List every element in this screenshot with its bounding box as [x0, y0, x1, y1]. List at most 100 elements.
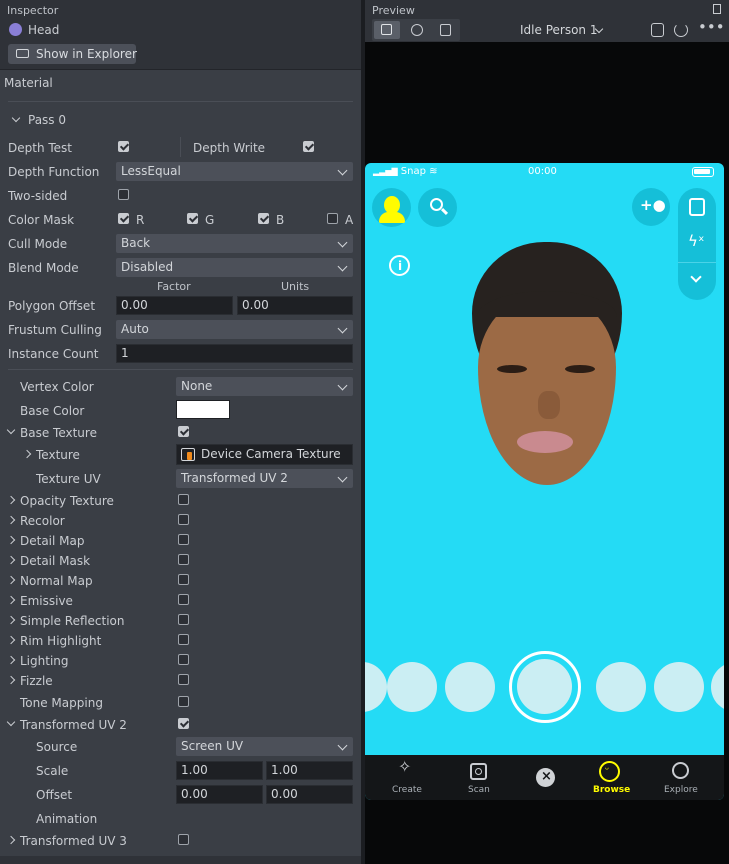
polygon-offset-units-input[interactable]: 0.00: [237, 296, 353, 315]
camera-texture-icon: [181, 448, 195, 461]
blend-mode-value: Disabled: [121, 260, 174, 274]
color-mask-r-checkbox[interactable]: [118, 213, 129, 224]
lens-item[interactable]: [654, 662, 704, 712]
texture-field[interactable]: Device Camera Texture: [176, 444, 353, 465]
blend-mode-dropdown[interactable]: Disabled: [116, 258, 353, 277]
info-icon[interactable]: i: [389, 255, 410, 276]
feature-checkbox[interactable]: [178, 574, 189, 585]
device-view-icon[interactable]: [374, 21, 400, 39]
feature-label: Lighting: [20, 654, 69, 668]
texture-uv-dropdown[interactable]: Transformed UV 2: [176, 469, 353, 488]
create-icon[interactable]: ✧: [398, 757, 411, 776]
scale-y-input[interactable]: 1.00: [266, 761, 353, 780]
feature-checkbox[interactable]: [178, 614, 189, 625]
feature-checkbox[interactable]: [178, 494, 189, 505]
scan-icon[interactable]: [470, 763, 487, 780]
avatar-body: [379, 212, 405, 223]
color-mask-g-checkbox[interactable]: [187, 213, 198, 224]
source-dropdown[interactable]: Screen UV: [176, 737, 353, 756]
scale-x-input[interactable]: 1.00: [176, 761, 263, 780]
explorer-icon: [16, 49, 29, 58]
carrier-text: Snap: [400, 166, 426, 177]
battery-icon: [692, 167, 714, 177]
face-eye-left: [497, 365, 527, 373]
lens-item[interactable]: [711, 662, 724, 712]
feature-checkbox[interactable]: [178, 654, 189, 665]
chevron-down-icon[interactable]: [690, 271, 702, 283]
face-nose: [538, 391, 560, 419]
show-in-explorer-button[interactable]: Show in Explorer: [8, 44, 137, 64]
person-select-dropdown[interactable]: Idle Person 1: [520, 23, 610, 39]
offset-x-input[interactable]: 0.00: [176, 785, 263, 804]
depth-test-checkbox[interactable]: [118, 141, 129, 152]
depth-write-checkbox[interactable]: [303, 141, 314, 152]
color-mask-g-label: G: [205, 213, 215, 227]
nav-explore[interactable]: Explore: [664, 785, 698, 795]
capture-button[interactable]: [509, 651, 581, 723]
chevron-down-icon: [337, 472, 348, 483]
more-icon[interactable]: •••: [698, 18, 725, 36]
nav-create[interactable]: Create: [392, 785, 422, 795]
feature-checkbox[interactable]: [178, 634, 189, 645]
face-lips: [517, 431, 573, 453]
texture-uv-value: Transformed UV 2: [181, 471, 288, 485]
blend-mode-label: Blend Mode: [8, 261, 79, 275]
reset-icon[interactable]: [674, 23, 688, 37]
offset-label: Offset: [36, 788, 73, 802]
bitmoji-avatar-button[interactable]: [372, 188, 411, 227]
search-button[interactable]: [418, 188, 457, 227]
color-mask-label: Color Mask: [8, 213, 75, 227]
lens-item[interactable]: [445, 662, 495, 712]
bottom-nav: ✧ Create Scan × ᵕ Browse Explore: [365, 755, 724, 800]
lens-item[interactable]: [596, 662, 646, 712]
base-color-swatch[interactable]: [176, 400, 230, 419]
frustum-culling-dropdown[interactable]: Auto: [116, 320, 353, 339]
nav-browse[interactable]: Browse: [593, 785, 630, 795]
base-texture-checkbox[interactable]: [178, 426, 189, 437]
flip-camera-icon[interactable]: [689, 198, 705, 216]
snapshot-view-icon[interactable]: [434, 21, 458, 39]
texture-label: Texture: [36, 448, 80, 462]
swap-camera-icon[interactable]: [651, 23, 664, 37]
animation-label: Animation: [36, 812, 98, 826]
webcam-view-icon[interactable]: [405, 21, 429, 39]
frustum-culling-label: Frustum Culling: [8, 323, 102, 337]
add-friend-button[interactable]: +●: [632, 188, 670, 226]
color-mask-b-checkbox[interactable]: [258, 213, 269, 224]
section-material: Material: [4, 76, 53, 90]
feature-checkbox[interactable]: [178, 594, 189, 605]
lens-item[interactable]: [387, 662, 437, 712]
feature-checkbox[interactable]: [178, 514, 189, 525]
divider: [678, 262, 716, 263]
browse-icon[interactable]: ᵕ: [599, 761, 620, 782]
nav-scan[interactable]: Scan: [468, 785, 490, 795]
feature-checkbox[interactable]: [178, 696, 189, 707]
two-sided-checkbox[interactable]: [118, 189, 129, 200]
color-mask-a-checkbox[interactable]: [327, 213, 338, 224]
transformed-uv2-label: Transformed UV 2: [20, 718, 127, 732]
color-mask-a-label: A: [345, 213, 354, 227]
vertex-color-label: Vertex Color: [20, 380, 94, 394]
instance-count-input[interactable]: 1: [116, 344, 353, 363]
base-texture-label: Base Texture: [20, 426, 97, 440]
vertex-color-value: None: [181, 379, 213, 393]
depth-function-dropdown[interactable]: LessEqual: [116, 162, 353, 181]
transformed-uv2-checkbox[interactable]: [178, 718, 189, 729]
inspector-title: Inspector: [7, 4, 59, 17]
cull-mode-dropdown[interactable]: Back: [116, 234, 353, 253]
polygon-offset-factor-input[interactable]: 0.00: [116, 296, 233, 315]
lens-item[interactable]: [365, 662, 387, 712]
feature-checkbox[interactable]: [178, 534, 189, 545]
transformed-uv3-checkbox[interactable]: [178, 834, 189, 845]
chevron-down-icon: [337, 323, 348, 334]
feature-checkbox[interactable]: [178, 674, 189, 685]
flash-off-icon[interactable]: ϟˣ: [688, 232, 705, 250]
explore-icon[interactable]: [672, 762, 689, 779]
feature-label: Opacity Texture: [20, 494, 114, 508]
close-lens-button[interactable]: ×: [536, 768, 555, 787]
scale-label: Scale: [36, 764, 69, 778]
offset-y-input[interactable]: 0.00: [266, 785, 353, 804]
popout-icon[interactable]: [713, 4, 721, 14]
feature-checkbox[interactable]: [178, 554, 189, 565]
vertex-color-dropdown[interactable]: None: [176, 377, 353, 396]
